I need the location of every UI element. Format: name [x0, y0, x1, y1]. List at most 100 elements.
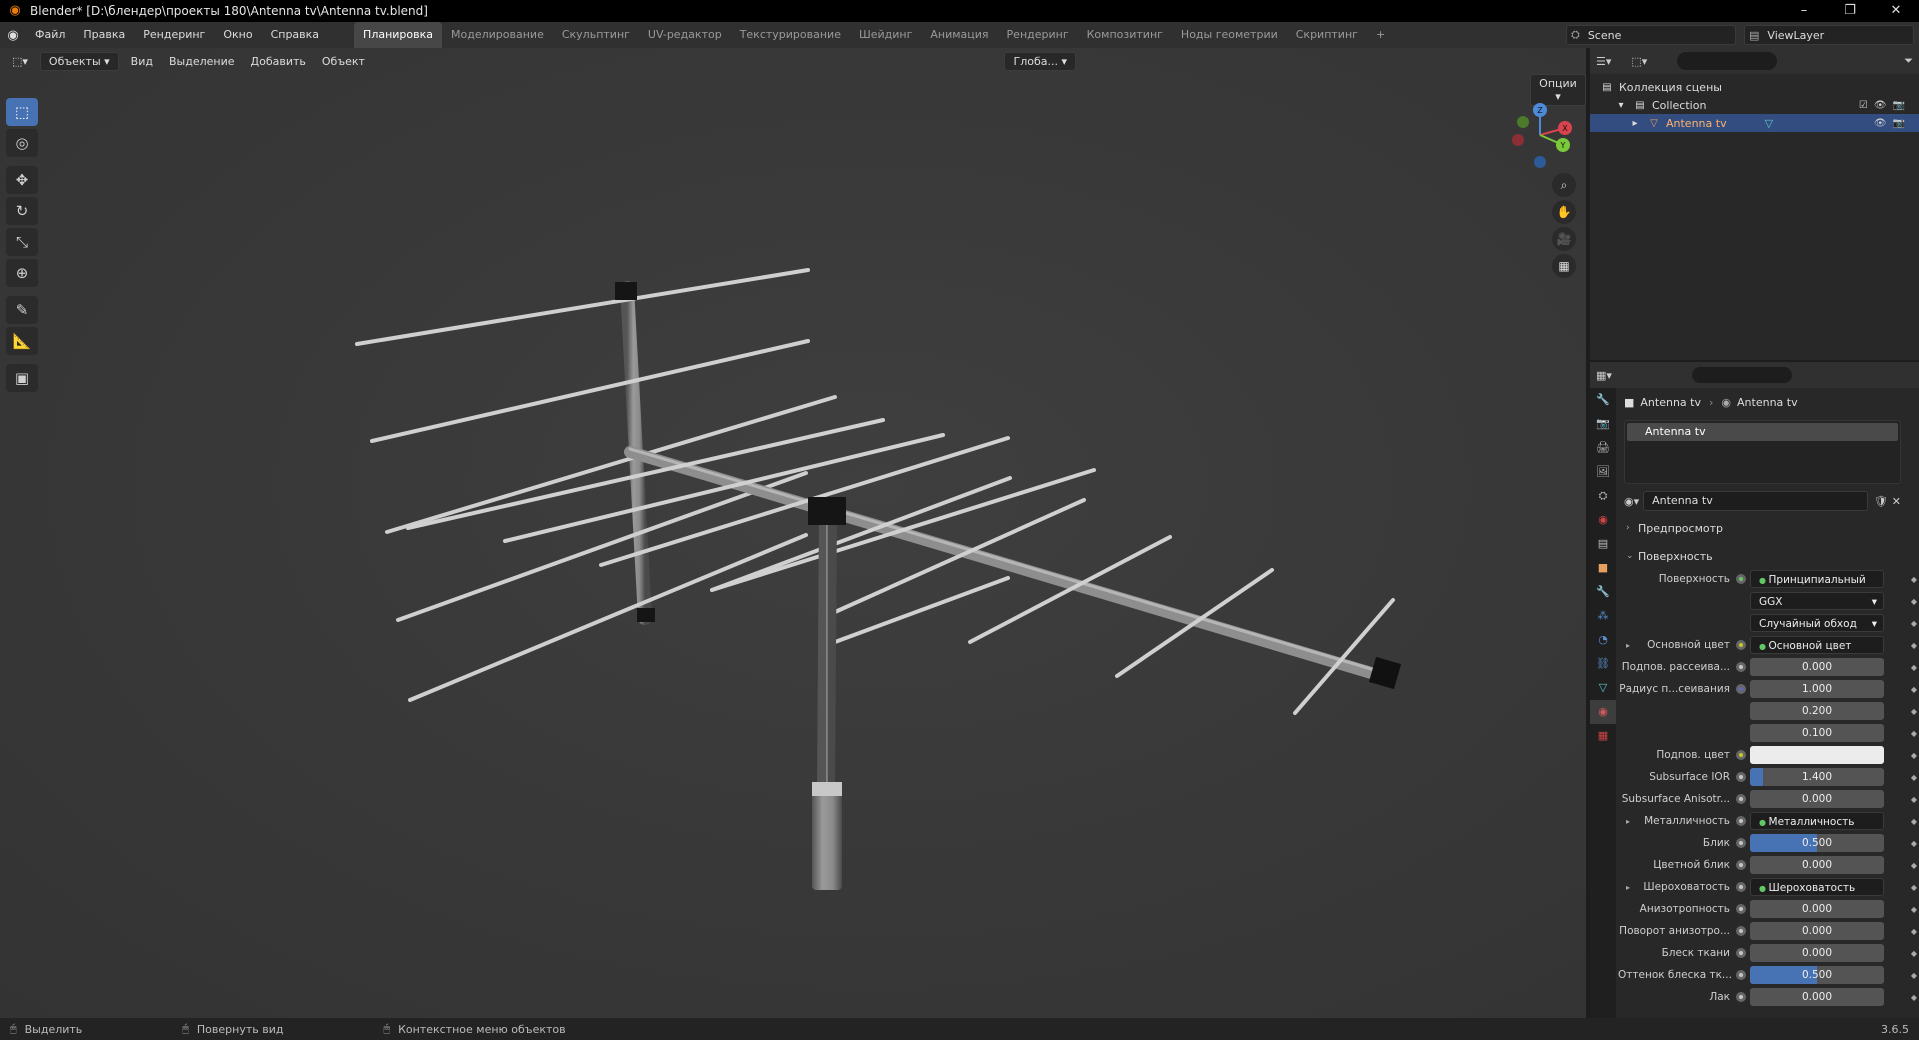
- annotate-tool-icon[interactable]: ✎: [6, 296, 38, 324]
- render-tab-icon[interactable]: 📷: [1590, 412, 1616, 436]
- socket-icon[interactable]: [1736, 574, 1746, 584]
- close-button[interactable]: ✕: [1873, 0, 1919, 22]
- rotate-tool-icon[interactable]: ↻: [6, 197, 38, 225]
- scene-tab-icon[interactable]: ⛭: [1590, 484, 1616, 508]
- blender-menu-icon[interactable]: ◉: [0, 28, 26, 43]
- socket-icon[interactable]: [1736, 882, 1746, 892]
- viewport-menu-item[interactable]: Вид: [123, 55, 161, 68]
- property-field[interactable]: 0.500: [1750, 834, 1884, 852]
- socket-icon[interactable]: [1736, 992, 1746, 1002]
- transform-tool-icon[interactable]: ⊕: [6, 259, 38, 287]
- navigation-gizmo[interactable]: Z X Y: [1505, 100, 1575, 170]
- property-field[interactable]: ● Основной цвет: [1750, 636, 1884, 654]
- expand-icon[interactable]: ▸: [1626, 641, 1630, 650]
- outliner-display-icon[interactable]: ☰▾: [1596, 55, 1611, 68]
- object-visibility-icons[interactable]: 👁📷: [1874, 118, 1911, 129]
- physics-tab-icon[interactable]: ◔: [1590, 628, 1616, 652]
- property-field[interactable]: ● Металличность: [1750, 812, 1884, 830]
- workspace-tab[interactable]: Композитинг: [1078, 22, 1172, 48]
- object-expand-icon[interactable]: ▸: [1628, 118, 1642, 129]
- workspace-tab[interactable]: Анимация: [921, 22, 997, 48]
- outliner-collection[interactable]: ▾ ▤ Collection ☑👁📷: [1590, 96, 1919, 114]
- maximize-button[interactable]: ❐: [1827, 0, 1873, 22]
- material-tab-icon[interactable]: ◉: [1590, 700, 1616, 724]
- menu-item[interactable]: Рендеринг: [134, 22, 214, 48]
- socket-icon[interactable]: [1736, 904, 1746, 914]
- minimize-button[interactable]: –: [1781, 0, 1827, 22]
- keyframe-icon[interactable]: ◆: [1911, 773, 1917, 782]
- outliner-funnel-icon[interactable]: ⏷: [1904, 54, 1913, 68]
- socket-icon[interactable]: [1736, 838, 1746, 848]
- collection-tab-icon[interactable]: ▤: [1590, 532, 1616, 556]
- workspace-tab[interactable]: Рендеринг: [998, 22, 1078, 48]
- scene-selector[interactable]: ⛭ Scene: [1566, 25, 1736, 45]
- viewport-menu-item[interactable]: Выделение: [161, 55, 243, 68]
- keyframe-icon[interactable]: ◆: [1911, 663, 1917, 672]
- socket-icon[interactable]: [1736, 948, 1746, 958]
- editor-type-icon[interactable]: ⬚▾: [0, 55, 36, 68]
- outliner-object-row[interactable]: ▸ ▽ Antenna tv ▽ 👁📷: [1590, 114, 1919, 132]
- pan-hand-icon[interactable]: ✋: [1552, 200, 1576, 224]
- material-unlink-icon[interactable]: ✕: [1892, 495, 1901, 508]
- collection-expand-icon[interactable]: ▾: [1614, 100, 1628, 111]
- outliner-scene-collection[interactable]: ▤ Коллекция сцены: [1590, 78, 1919, 96]
- menu-item[interactable]: Правка: [74, 22, 134, 48]
- workspace-tab[interactable]: Моделирование: [442, 22, 553, 48]
- perspective-grid-icon[interactable]: ▦: [1552, 254, 1576, 278]
- socket-icon[interactable]: [1736, 662, 1746, 672]
- keyframe-icon[interactable]: ◆: [1911, 817, 1917, 826]
- property-field[interactable]: [1750, 746, 1884, 764]
- property-field[interactable]: 0.100: [1750, 724, 1884, 742]
- keyframe-icon[interactable]: ◆: [1911, 839, 1917, 848]
- keyframe-icon[interactable]: ◆: [1911, 795, 1917, 804]
- transform-orientation[interactable]: Глоба... ▾: [1004, 51, 1076, 71]
- keyframe-icon[interactable]: ◆: [1911, 971, 1917, 980]
- property-field[interactable]: Случайный обход ▾: [1750, 614, 1884, 632]
- menu-item[interactable]: Файл: [26, 22, 74, 48]
- workspace-tab[interactable]: Ноды геометрии: [1172, 22, 1287, 48]
- particles-tab-icon[interactable]: ⁂: [1590, 604, 1616, 628]
- property-field[interactable]: 0.000: [1750, 944, 1884, 962]
- keyframe-icon[interactable]: ◆: [1911, 641, 1917, 650]
- keyframe-icon[interactable]: ◆: [1911, 707, 1917, 716]
- view-layer-selector[interactable]: ▤ ViewLayer: [1744, 25, 1914, 45]
- workspace-tab[interactable]: Скриптинг: [1287, 22, 1367, 48]
- workspace-tab[interactable]: Шейдинг: [850, 22, 921, 48]
- socket-icon[interactable]: [1736, 640, 1746, 650]
- socket-icon[interactable]: [1736, 684, 1746, 694]
- socket-icon[interactable]: [1736, 794, 1746, 804]
- workspace-tab[interactable]: Скульптинг: [553, 22, 639, 48]
- object-tab-icon[interactable]: ■: [1590, 556, 1616, 580]
- property-field[interactable]: 0.000: [1750, 856, 1884, 874]
- view-layer-tab-icon[interactable]: 🖼: [1590, 460, 1616, 484]
- output-tab-icon[interactable]: 🖨: [1590, 436, 1616, 460]
- keyframe-icon[interactable]: ◆: [1911, 619, 1917, 628]
- constraints-tab-icon[interactable]: ⛓: [1590, 652, 1616, 676]
- tool-tab-icon[interactable]: 🔧: [1590, 388, 1616, 412]
- socket-icon[interactable]: [1736, 816, 1746, 826]
- keyframe-icon[interactable]: ◆: [1911, 905, 1917, 914]
- expand-icon[interactable]: ▸: [1626, 883, 1630, 892]
- property-field[interactable]: 0.000: [1750, 900, 1884, 918]
- outliner-filter-icon[interactable]: ⬚▾: [1631, 55, 1647, 68]
- workspace-tab[interactable]: Планировка: [354, 22, 443, 48]
- material-slot[interactable]: Antenna tv: [1627, 423, 1898, 441]
- keyframe-icon[interactable]: ◆: [1911, 729, 1917, 738]
- camera-view-icon[interactable]: 🎥: [1552, 227, 1576, 251]
- properties-search-input[interactable]: [1691, 367, 1792, 383]
- keyframe-icon[interactable]: ◆: [1911, 685, 1917, 694]
- property-field[interactable]: GGX ▾: [1750, 592, 1884, 610]
- expand-icon[interactable]: ▸: [1626, 817, 1630, 826]
- mode-selector[interactable]: Объекты ▾: [39, 51, 119, 71]
- viewport-menu-item[interactable]: Объект: [314, 55, 373, 68]
- keyframe-icon[interactable]: ◆: [1911, 927, 1917, 936]
- keyframe-icon[interactable]: ◆: [1911, 575, 1917, 584]
- socket-icon[interactable]: [1736, 860, 1746, 870]
- surface-section[interactable]: ⌄ Поверхность: [1618, 544, 1919, 568]
- socket-icon[interactable]: [1736, 926, 1746, 936]
- material-slot-list[interactable]: Antenna tv: [1624, 420, 1901, 484]
- select-box-tool-icon[interactable]: ⬚: [6, 98, 38, 126]
- outliner-search-input[interactable]: [1677, 52, 1778, 70]
- property-field[interactable]: 1.000: [1750, 680, 1884, 698]
- viewport-menu-item[interactable]: Добавить: [243, 55, 314, 68]
